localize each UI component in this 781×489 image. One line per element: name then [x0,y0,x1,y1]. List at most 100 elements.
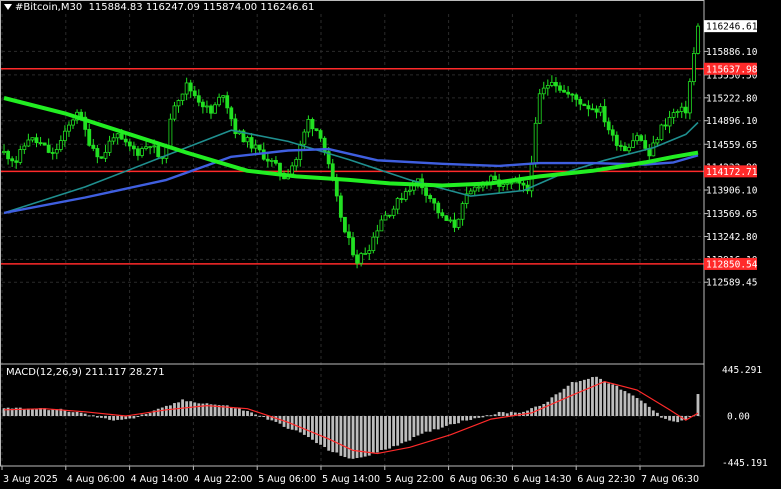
macd-histogram-bar [43,408,47,416]
candle-body [432,198,437,204]
candle-body [217,96,222,106]
y-tick-label: 115222.80 [706,93,758,104]
x-tick-label: 6 Aug 14:30 [513,474,571,485]
candle-body [505,182,510,185]
macd-histogram-bar [469,416,473,420]
candle-body [310,118,315,130]
macd-histogram-bar [315,416,318,444]
candle-body [314,128,319,131]
macd-histogram-bar [254,414,258,416]
macd-histogram-bar [578,380,582,416]
candle-body [679,106,684,112]
macd-label: MACD(12,26,9) 211.117 28.271 [6,367,165,378]
dropdown-triangle-icon[interactable] [4,4,12,10]
macd-histogram-bar [160,407,164,416]
candle-body [598,106,603,113]
macd-histogram-bar [477,416,481,418]
macd-histogram-bar [104,416,107,419]
macd-histogram-bar [355,416,359,459]
candle-body [541,87,546,95]
macd-histogram-bar [558,392,562,416]
macd-histogram-bar [664,416,667,419]
macd-histogram-bar [428,416,432,432]
candle-body [610,129,615,136]
x-tick-label: 4 Aug 22:00 [194,474,252,485]
candle-body [428,195,433,199]
candle-body [639,135,644,141]
macd-histogram-bar [603,381,607,416]
candle-body [22,145,27,150]
y-tick-label: 114896.10 [706,116,758,127]
y-tick-label: 112589.45 [706,278,757,289]
candle-body [355,254,359,264]
macd-histogram-bar [440,416,444,428]
macd-histogram-bar [311,416,314,440]
candle-body [257,144,262,151]
candle-body [26,139,31,147]
candle-body [2,150,6,154]
candle-body [180,93,185,101]
y-tick-label: 113906.10 [706,186,758,197]
x-tick-label: 6 Aug 06:30 [450,474,508,485]
candle-body [558,85,562,91]
macd-histogram-bar [416,416,420,436]
macd-histogram-bar [542,404,546,416]
candle-body [424,187,428,196]
macd-histogram-bar [627,393,631,416]
candle-body [136,148,140,156]
y-tick-label: 113242.80 [706,232,758,243]
candle-body [627,146,631,152]
candle-body [696,25,700,54]
macd-histogram-bar [108,416,111,420]
candle-body [343,216,347,233]
candle-body [375,230,380,238]
macd-histogram-bar [432,416,436,430]
candle-body [562,89,566,93]
candle-body [533,122,538,164]
candle-body [582,103,587,107]
macd-histogram-bar [655,412,659,416]
macd-histogram-bar [631,395,635,416]
macd-histogram-bar [67,411,71,416]
macd-histogram-bar [639,400,643,416]
level-price-label: 112850.54 [706,259,758,270]
candle-body [359,253,364,264]
candle-body [34,137,39,144]
macd-histogram-bar [319,416,322,445]
candle-body [456,218,461,228]
macd-histogram-bar [35,409,38,416]
macd-histogram-bar [371,416,375,454]
candle-body [570,93,575,96]
candle-body [667,116,672,127]
macd-histogram-bar [100,416,103,418]
macd-y-tick-label: 0.00 [727,412,750,423]
macd-histogram-bar [570,381,574,416]
macd-histogram-bar [574,382,578,416]
macd-histogram-bar [327,416,331,451]
macd-histogram-bar [696,394,700,416]
macd-histogram-bar [461,416,464,421]
candle-body [618,145,623,147]
y-tick-label: 115886.10 [706,47,758,58]
macd-histogram-bar [306,416,310,438]
candle-body [54,149,59,154]
candle-body [659,124,664,140]
level-price-label: 114172.71 [706,167,758,178]
candle-body [363,253,368,255]
macd-histogram-bar [599,378,602,416]
x-tick-label: 4 Aug 06:00 [67,474,125,485]
macd-histogram-bar [424,416,428,432]
candle-body [245,137,250,143]
macd-histogram-bar [140,414,144,416]
candle-body [67,124,71,132]
macd-histogram-bar [242,410,245,416]
candle-body [521,182,526,186]
candle-body [176,100,181,107]
macd-histogram-bar [63,410,67,416]
candle-body [566,91,571,95]
macd-histogram-bar [436,416,440,430]
candle-body [111,137,116,142]
candle-body [509,182,514,185]
candle-body [631,140,635,148]
macd-histogram-bar [22,409,26,416]
